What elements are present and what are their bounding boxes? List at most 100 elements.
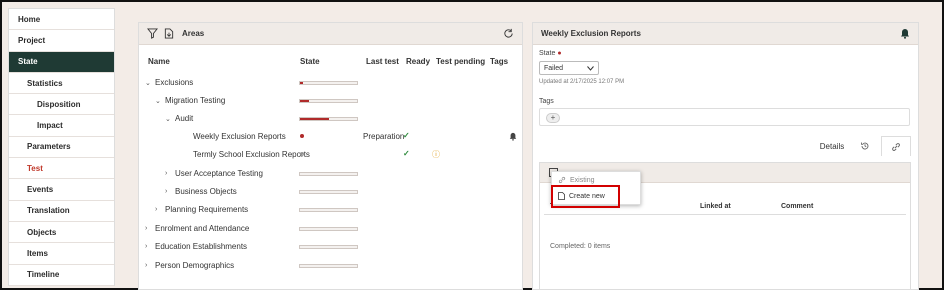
area-row[interactable]: › Enrolment and Attendance [139,224,522,242]
tags-field-label: Tags [539,98,554,105]
sidebar-item-project[interactable]: Project [9,30,114,52]
col-linked-at[interactable]: Linked at [700,203,731,210]
weekly-tabs: Details [533,136,918,156]
sidebar-item-items[interactable]: Items [9,243,114,265]
area-name: Person Demographics [155,261,235,270]
col-test-pending[interactable]: Test pending [436,57,485,66]
col-last-test[interactable]: Last test [366,57,399,66]
state-select[interactable]: Failed [539,61,599,75]
sidebar-item-impact[interactable]: Impact [9,115,114,137]
link-icon [891,142,901,152]
sidebar-item-label: Events [27,185,54,195]
state-progress-bar [299,264,358,268]
chevron-icon[interactable]: ⌄ [165,115,171,123]
sidebar-item-test[interactable]: Test [9,158,114,180]
weekly-title: Weekly Exclusion Reports [541,29,641,38]
sidebar-item-state[interactable]: State [9,51,114,73]
chevron-icon[interactable]: › [145,225,151,232]
area-row-label: › User Acceptance Testing [165,169,263,178]
sidebar-item-translation[interactable]: Translation [9,201,114,222]
state-progress-bar [299,227,358,231]
sidebar-item-label: Objects [27,227,57,237]
chevron-icon[interactable]: › [165,170,171,177]
create-new-highlight-box [551,185,620,208]
area-row[interactable]: › Planning Requirements [139,205,522,223]
menu-item-existing-label: Existing [570,176,595,184]
sidebar-item-label: Disposition [37,99,81,109]
state-progress-bar [299,208,358,212]
pending-info-icon: ⓘ [432,150,440,159]
area-row[interactable]: › Person Demographics [139,261,522,279]
area-row[interactable]: › User Acceptance Testing [139,169,522,187]
chevron-icon[interactable]: › [155,206,161,213]
chevron-icon[interactable]: › [145,262,151,269]
state-progress-fill [300,100,309,102]
sidebar-item-objects[interactable]: Objects [9,222,114,244]
sidebar-item-label: Parameters [27,142,71,152]
state-progress-bar [299,117,358,121]
sidebar-item-label: Home [18,14,41,24]
area-name: Audit [175,114,194,123]
sidebar-item-label: State [18,57,38,67]
bell-icon[interactable] [509,132,517,143]
sidebar-item-statistics[interactable]: Statistics [9,73,114,95]
area-name: Exclusions [155,78,194,87]
tab-details[interactable]: Details [815,136,849,156]
area-row[interactable]: Weekly Exclusion Reports Preparation ✓ [139,131,522,150]
area-row[interactable]: ⌄ Exclusions [139,78,522,96]
chevron-icon[interactable]: › [165,188,171,195]
bell-icon[interactable] [900,28,910,39]
filter-icon[interactable] [147,28,158,39]
area-name: Business Objects [175,187,237,196]
sidebar-item-disposition[interactable]: Disposition [9,94,114,116]
refresh-icon[interactable] [503,28,514,39]
area-name: Weekly Exclusion Reports [193,132,286,141]
area-row-label: › Enrolment and Attendance [145,224,249,233]
ready-check-icon: ✓ [403,131,410,140]
sidebar-item-events[interactable]: Events [9,179,114,201]
export-icon[interactable] [164,28,174,39]
areas-columns: Name State Last test Ready Test pending … [148,57,514,69]
sidebar-item-label: Test [27,163,43,173]
areas-header: Areas [139,23,522,45]
sidebar-item-timeline[interactable]: Timeline [9,265,114,286]
area-name: User Acceptance Testing [175,169,263,178]
sidebar: Home Project State Statistics Disposition Imp… [8,8,115,286]
area-row-label: › Planning Requirements [155,205,248,214]
chevron-icon[interactable]: › [145,243,151,250]
sidebar-item-home[interactable]: Home [9,9,114,31]
last-test-value: Preparation [363,132,405,141]
area-row-label: ⌄ Exclusions [145,78,193,87]
tab-links[interactable] [881,136,911,156]
area-name: Education Establishments [155,242,248,251]
add-tag-button[interactable]: + [546,113,560,123]
state-progress-bar [299,190,358,194]
chevron-icon[interactable]: ⌄ [155,97,161,105]
links-table-divider [544,214,906,215]
state-progress-fill [300,82,303,84]
col-tags[interactable]: Tags [490,57,508,66]
state-progress-fill [300,118,329,120]
sidebar-item-label: Impact [37,121,63,131]
col-ready[interactable]: Ready [406,57,430,66]
area-row[interactable]: ⌄ Audit [139,114,522,132]
sidebar-item-label: Translation [27,206,70,216]
areas-title: Areas [182,29,205,38]
col-name[interactable]: Name [148,57,170,66]
col-comment[interactable]: Comment [781,203,813,210]
sidebar-item-parameters[interactable]: Parameters [9,137,114,159]
state-progress-bar [299,172,358,176]
state-progress-bar [299,245,358,249]
col-state[interactable]: State [300,57,320,66]
area-row-label: ⌄ Audit [165,114,193,123]
area-row[interactable]: ⌄ Migration Testing [139,96,522,114]
area-row[interactable]: Termly School Exclusion Reports ✓ ⓘ [139,149,522,168]
sidebar-item-label: Items [27,248,48,258]
state-select-value: Failed [544,64,564,72]
area-row[interactable]: › Education Establishments [139,242,522,260]
tags-input[interactable]: + [539,108,910,126]
area-row[interactable]: › Business Objects [139,187,522,205]
chevron-icon[interactable]: ⌄ [145,79,151,87]
area-name: Planning Requirements [165,205,249,214]
tab-history[interactable] [853,136,877,156]
